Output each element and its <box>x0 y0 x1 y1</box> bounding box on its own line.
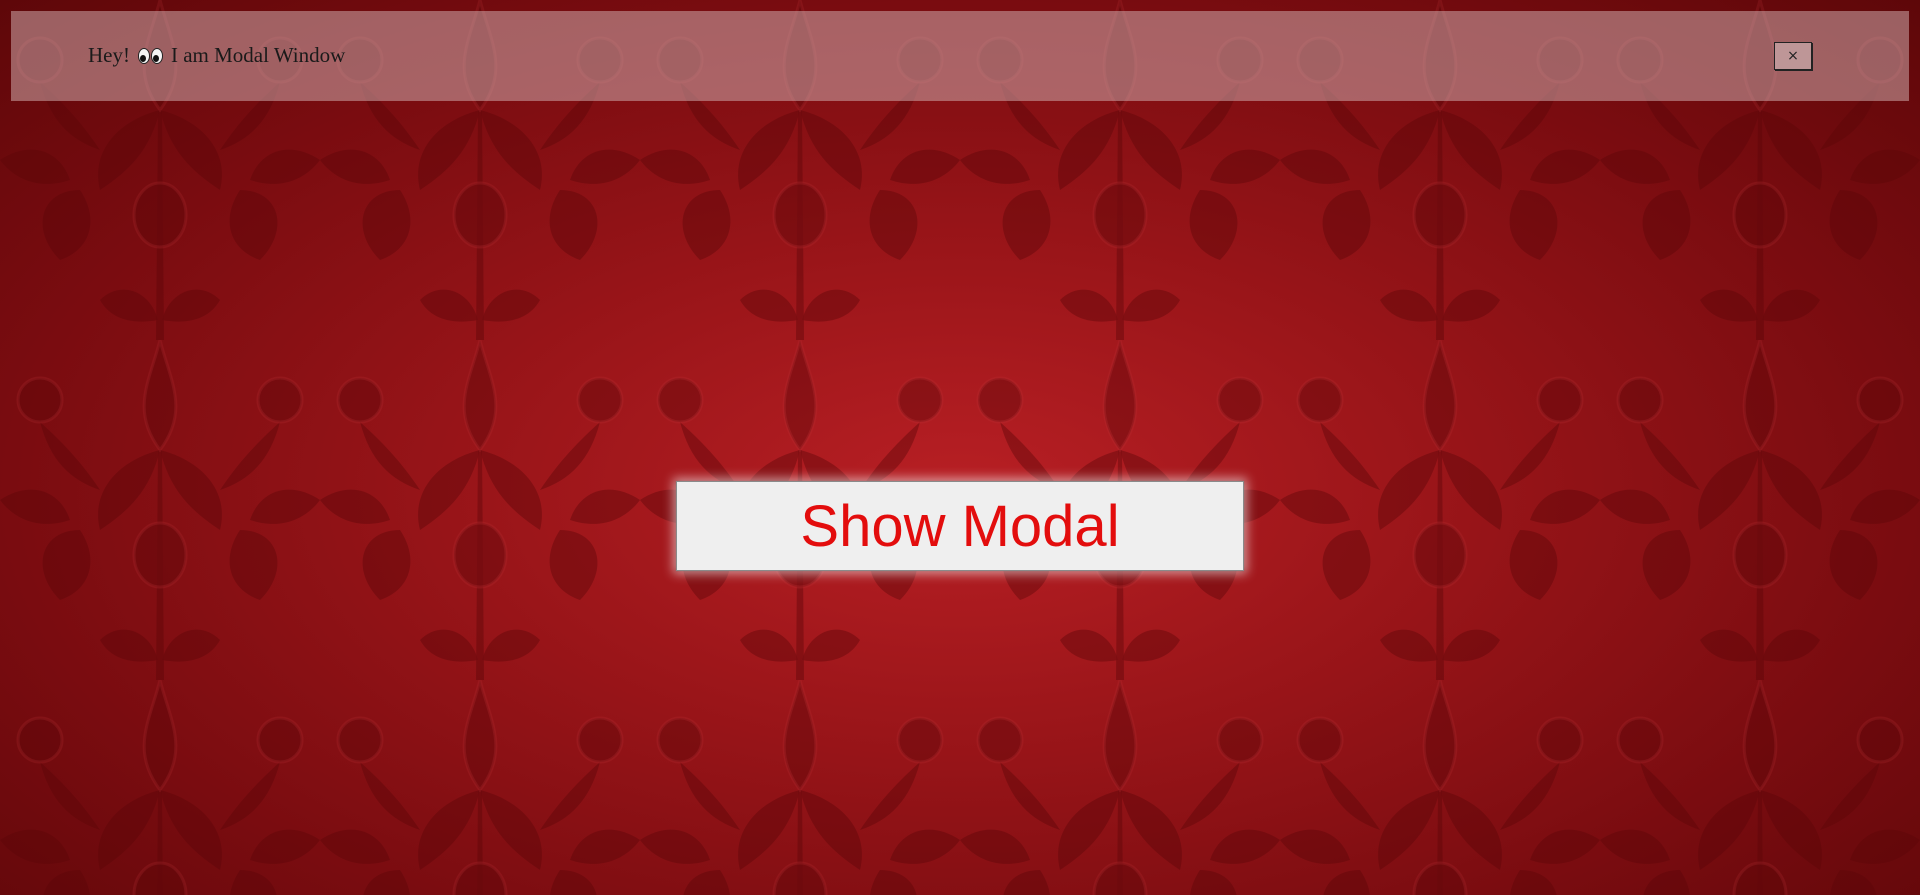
floral-damask-background <box>0 0 1920 895</box>
left-eye <box>137 47 150 64</box>
modal-window: Hey! I am Modal Window × <box>11 11 1909 101</box>
show-modal-button[interactable]: Show Modal <box>676 481 1244 571</box>
eyes-emoji-icon <box>137 47 163 64</box>
modal-title: I am Modal Window <box>170 43 346 67</box>
modal-message: Hey! I am Modal Window <box>88 43 345 68</box>
right-eye <box>150 47 163 64</box>
modal-greeting: Hey! <box>88 43 130 67</box>
close-modal-button[interactable]: × <box>1774 42 1812 70</box>
close-icon: × <box>1787 48 1799 64</box>
